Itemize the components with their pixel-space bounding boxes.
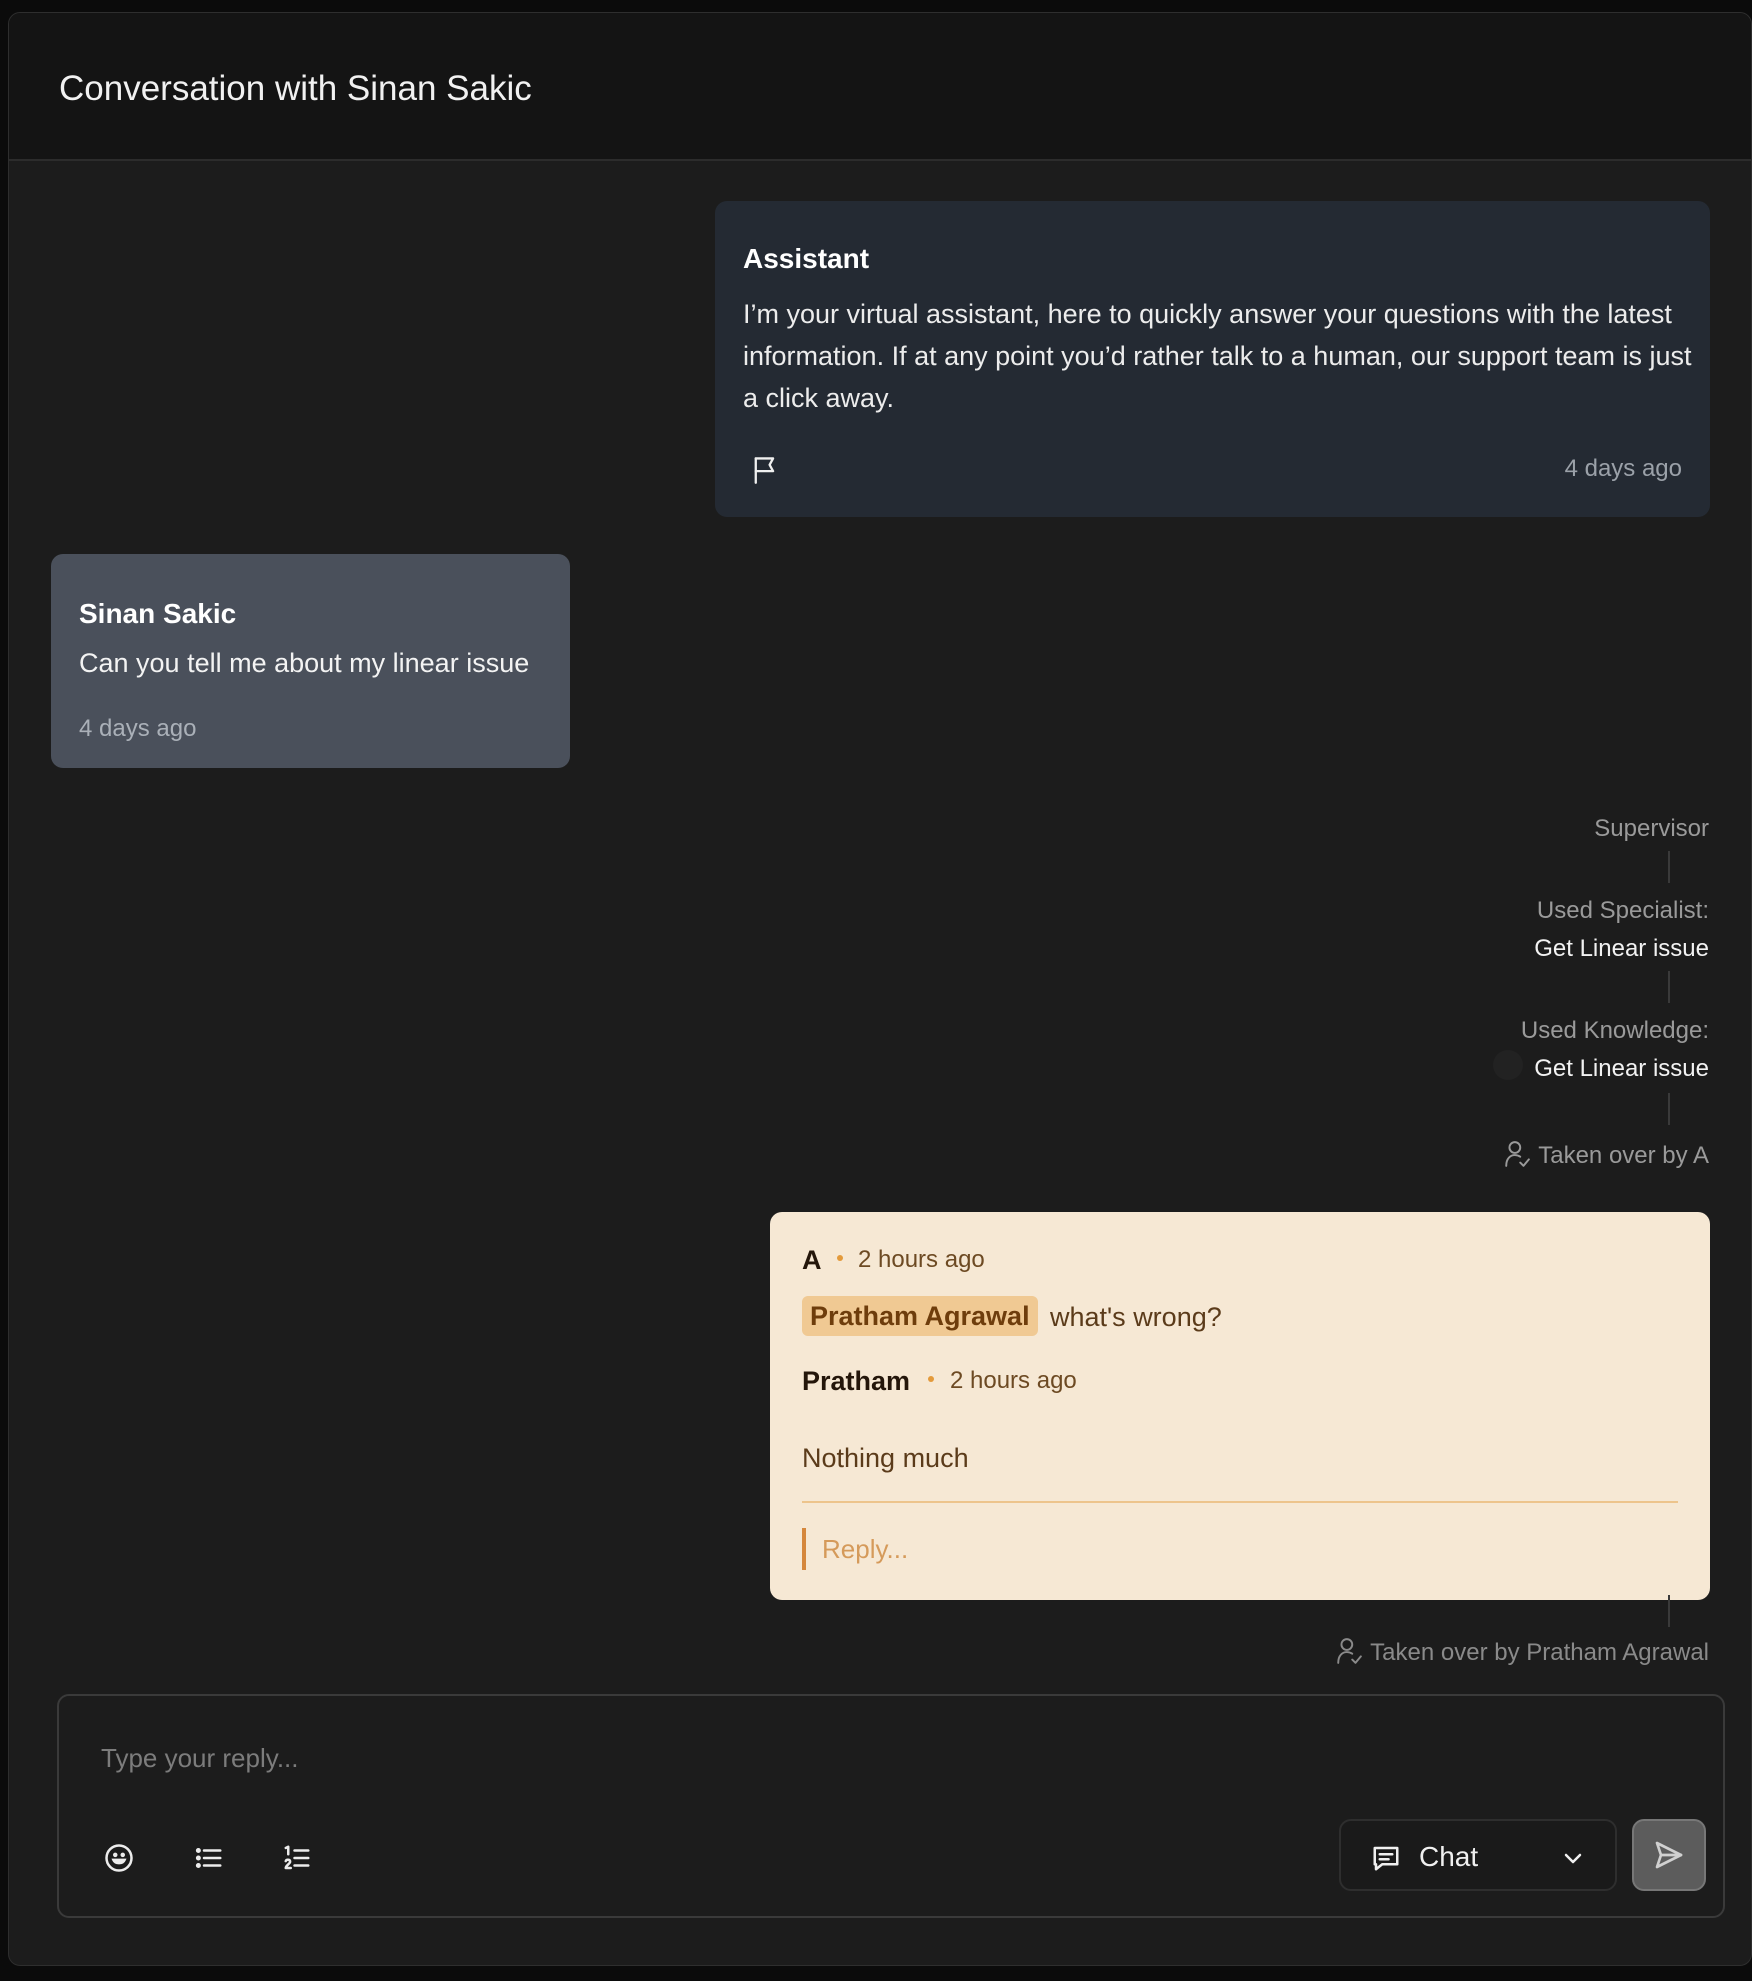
thread-reply-input[interactable]: Reply... [802, 1528, 1302, 1570]
numbered-list-button[interactable] [275, 1836, 319, 1880]
timeline-connector [1668, 1595, 1670, 1627]
message-text: I’m your virtual assistant, here to quic… [743, 299, 1692, 413]
message-timestamp: 4 days ago [1564, 455, 1682, 482]
timeline-knowledge-value[interactable]: Get Linear issue [1534, 1057, 1709, 1081]
separator-dot [837, 1255, 843, 1261]
send-button[interactable] [1632, 1819, 1706, 1891]
channel-mode-label: Chat [1419, 1841, 1479, 1872]
note-text: Nothing much [802, 1443, 969, 1473]
loading-indicator [1493, 1050, 1523, 1080]
note-author: A [802, 1245, 822, 1275]
takeover-label: Taken over by A [1538, 1142, 1709, 1169]
message-author: Assistant [743, 243, 870, 274]
note-text: what's wrong? [1050, 1302, 1222, 1332]
divider [802, 1501, 1678, 1503]
bullet-list-icon [195, 1848, 222, 1868]
page-title: Conversation with Sinan Sakic [59, 69, 532, 108]
timeline-connector [1668, 971, 1670, 1003]
note-author: Pratham [802, 1366, 911, 1396]
chevron-down-icon [1564, 1853, 1582, 1864]
timeline-supervisor: Supervisor [1594, 815, 1709, 842]
message-text: Can you tell me about my linear issue [79, 648, 530, 678]
internal-note-thread: A 2 hours ago Pratham Agrawal what's wro… [770, 1212, 1710, 1600]
note-timestamp: 2 hours ago [950, 1367, 1077, 1394]
bullet-list-button[interactable] [187, 1836, 231, 1880]
timeline-connector [1668, 851, 1670, 883]
timeline-takeover-pratham: Taken over by Pratham Agrawal [1336, 1637, 1709, 1665]
timeline-takeover-a: Taken over by A [1504, 1140, 1709, 1168]
user-check-icon [1337, 1638, 1362, 1664]
message-timestamp: 4 days ago [79, 715, 197, 742]
note-timestamp: 2 hours ago [858, 1246, 985, 1273]
channel-mode-select[interactable]: Chat [1339, 1819, 1617, 1891]
timeline-specialist-label: Used Specialist: [1536, 897, 1709, 924]
emoji-icon [105, 1844, 133, 1872]
assistant-message: Assistant I’m your virtual assistant, he… [715, 201, 1710, 517]
user-mention[interactable]: Pratham Agrawal [802, 1296, 1038, 1336]
flag-icon[interactable] [751, 455, 779, 485]
timeline-knowledge-label: Used Knowledge: [1520, 1017, 1709, 1044]
separator-dot [928, 1376, 934, 1382]
numbered-list-icon [284, 1845, 310, 1870]
conversation-header: Conversation with Sinan Sakic [9, 13, 1751, 161]
conversation-window: Conversation with Sinan Sakic Assistant … [8, 12, 1752, 1966]
takeover-label: Taken over by Pratham Agrawal [1370, 1639, 1709, 1666]
message-author: Sinan Sakic [79, 598, 237, 629]
reply-composer: Chat [57, 1694, 1725, 1918]
emoji-button[interactable] [97, 1836, 141, 1880]
send-icon [1655, 1841, 1683, 1869]
user-check-icon [1505, 1141, 1531, 1167]
user-message: Sinan Sakic Can you tell me about my lin… [51, 554, 570, 768]
chat-icon [1373, 1846, 1399, 1871]
timeline-connector [1668, 1093, 1670, 1125]
timeline-specialist-value[interactable]: Get Linear issue [1534, 937, 1709, 961]
reply-input[interactable] [99, 1734, 1299, 1782]
